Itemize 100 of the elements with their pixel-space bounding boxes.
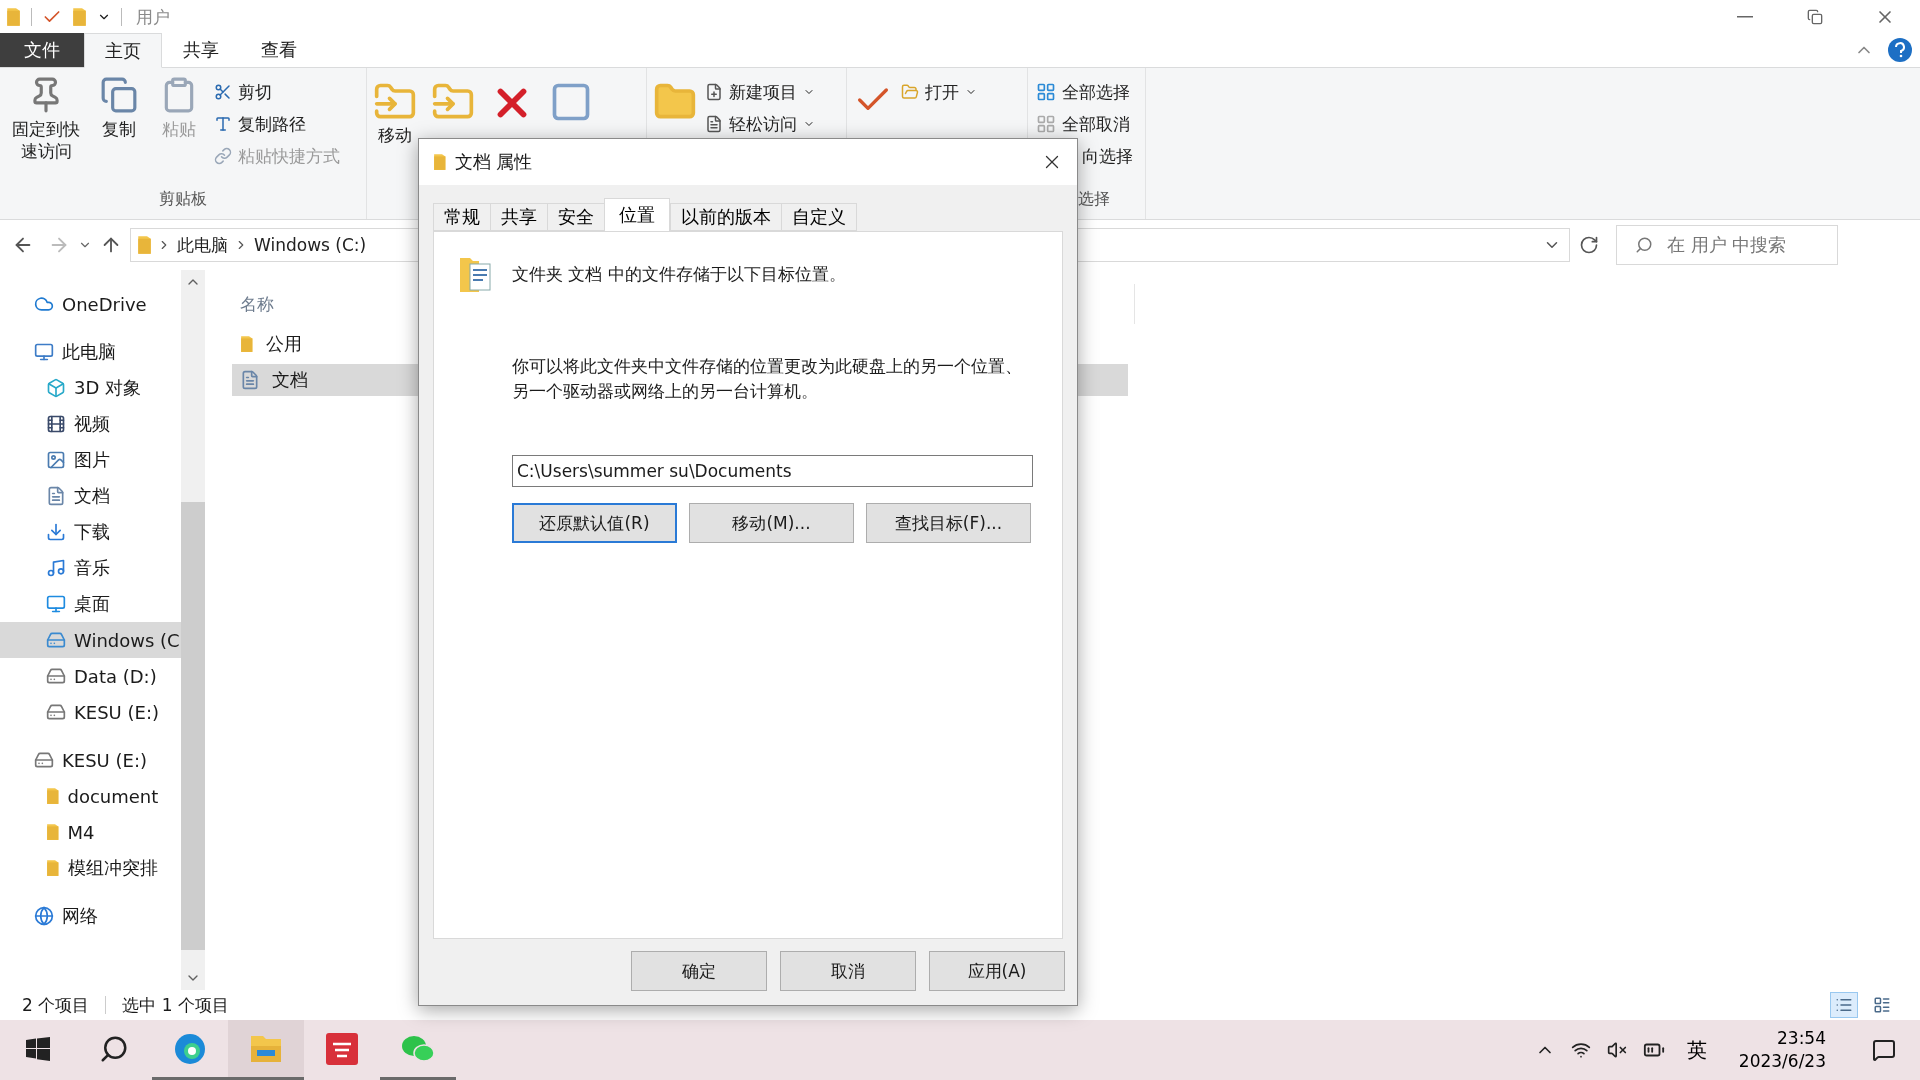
breadcrumb[interactable]: 此电脑 bbox=[176, 233, 229, 257]
group-label: 选择 bbox=[1077, 189, 1110, 210]
browser-icon bbox=[173, 1031, 207, 1066]
description: 你可以将此文件夹中文件存储的位置更改为此硬盘上的另一个位置、另一个驱动器或网络上的另一台计算机。 bbox=[512, 355, 1022, 403]
cloud-icon bbox=[34, 294, 54, 314]
nav-item[interactable]: 音乐 bbox=[0, 550, 181, 586]
dialog-tab[interactable]: 共享 bbox=[490, 203, 547, 231]
nav-item[interactable]: 文档 bbox=[0, 478, 181, 514]
input-language[interactable]: 英 bbox=[1680, 1036, 1713, 1064]
ribbon-button[interactable]: 复制路径 bbox=[212, 110, 342, 138]
nav-item[interactable]: M4 bbox=[0, 814, 181, 850]
grid-icon bbox=[1036, 82, 1056, 102]
folder-icon bbox=[46, 859, 60, 877]
ribbon-button[interactable]: 剪切 bbox=[212, 78, 342, 106]
folder-icon bbox=[72, 7, 87, 27]
muted-speaker-icon[interactable] bbox=[1606, 1040, 1627, 1060]
nav-item[interactable]: 3D 对象 bbox=[0, 370, 181, 406]
nav-item[interactable]: KESU (E:) bbox=[0, 694, 181, 730]
folder-icon bbox=[6, 7, 21, 27]
nav-item[interactable]: 网络 bbox=[0, 898, 181, 934]
restore-icon bbox=[1807, 9, 1823, 25]
desktop-icon bbox=[46, 594, 66, 614]
ribbon-tab[interactable]: 查看 bbox=[240, 33, 318, 67]
file-tab[interactable]: 文件 bbox=[0, 33, 84, 67]
film-icon bbox=[46, 414, 66, 434]
folder-icon bbox=[240, 335, 254, 353]
nav-item[interactable]: document bbox=[0, 778, 181, 814]
ribbon-button[interactable]: 新建项目 bbox=[703, 78, 817, 106]
dialog-tab[interactable]: 位置 bbox=[604, 198, 670, 232]
ribbon-button[interactable]: 固定到快速访问 bbox=[6, 76, 86, 189]
copy-icon bbox=[100, 76, 138, 114]
drive-icon bbox=[34, 750, 54, 770]
ribbon-button[interactable]: 复制 bbox=[92, 76, 146, 189]
details-view-button[interactable] bbox=[1830, 992, 1858, 1018]
scrollbar[interactable] bbox=[181, 270, 205, 990]
folder-icon bbox=[46, 787, 60, 805]
nav-item[interactable]: Windows (C bbox=[0, 622, 181, 658]
action-button[interactable]: 还原默认值(R) bbox=[512, 503, 677, 544]
taskbar-app[interactable] bbox=[228, 1020, 304, 1080]
nav-item[interactable]: 此电脑 bbox=[0, 334, 181, 370]
ribbon-tab[interactable]: 主页 bbox=[84, 33, 162, 68]
nav-item[interactable]: OneDrive bbox=[0, 286, 181, 322]
search-field[interactable]: 在 用户 中搜索 bbox=[1616, 225, 1838, 265]
ribbon-button[interactable]: 全部选择 bbox=[1034, 78, 1135, 106]
folder-icon bbox=[46, 823, 60, 841]
music-note-icon bbox=[46, 558, 66, 578]
scissors-icon bbox=[214, 83, 232, 101]
notification-icon[interactable] bbox=[1872, 1038, 1896, 1062]
breadcrumb[interactable]: Windows (C:) bbox=[253, 235, 368, 255]
item-count: 2 个项目 bbox=[22, 993, 90, 1017]
nav-item[interactable]: 桌面 bbox=[0, 586, 181, 622]
nav-item[interactable]: 模组冲突排 bbox=[0, 850, 181, 886]
dialog-button[interactable]: 应用(A) bbox=[929, 951, 1065, 991]
download-icon bbox=[46, 522, 66, 542]
dialog-tab[interactable]: 自定义 bbox=[781, 203, 857, 231]
cube-icon bbox=[46, 378, 66, 398]
group-label: 剪贴板 bbox=[159, 189, 207, 210]
dialog-tab[interactable]: 以前的版本 bbox=[670, 203, 781, 231]
nav-item[interactable]: KESU (E:) bbox=[0, 742, 181, 778]
ribbon-button[interactable]: 轻松访问 bbox=[703, 110, 817, 138]
open-folder-icon bbox=[901, 83, 919, 101]
folder-icon bbox=[433, 153, 447, 171]
nav-item[interactable]: 下载 bbox=[0, 514, 181, 550]
dialog-button[interactable]: 确定 bbox=[631, 951, 767, 991]
app-icon bbox=[325, 1031, 359, 1066]
minimize-icon bbox=[1737, 16, 1753, 18]
document-icon bbox=[240, 370, 260, 390]
window-title: 用户 bbox=[136, 5, 170, 29]
drive-icon bbox=[46, 702, 66, 722]
path-field[interactable]: C:\Users\summer su\Documents bbox=[512, 455, 1033, 488]
grid-icon bbox=[1036, 114, 1056, 134]
document-icon bbox=[46, 486, 66, 506]
ribbon-button[interactable]: 向选择 bbox=[1034, 142, 1135, 170]
nav-item[interactable]: 图片 bbox=[0, 442, 181, 478]
action-button[interactable]: 移动(M)... bbox=[689, 503, 854, 544]
nav-item[interactable]: Data (D:) bbox=[0, 658, 181, 694]
list-icon bbox=[1835, 996, 1853, 1014]
dialog-title: 文档 属性 bbox=[454, 150, 533, 174]
ribbon-button[interactable]: 全部取消 bbox=[1034, 110, 1135, 138]
ribbon-button[interactable]: 打开 bbox=[899, 78, 979, 106]
tiles-icon bbox=[1873, 996, 1891, 1014]
help-icon[interactable] bbox=[1888, 38, 1912, 62]
shortcut-icon bbox=[214, 147, 232, 165]
dialog-tab[interactable]: 安全 bbox=[547, 203, 604, 231]
dialog-button[interactable]: 取消 bbox=[780, 951, 916, 991]
network-icon bbox=[34, 906, 54, 926]
move-to-button[interactable]: 移动 bbox=[373, 80, 417, 147]
action-button[interactable]: 查找目标(F)... bbox=[866, 503, 1031, 544]
nav-item[interactable]: 视频 bbox=[0, 406, 181, 442]
folder-icon bbox=[249, 1033, 283, 1064]
wifi-icon[interactable] bbox=[1570, 1040, 1591, 1060]
ribbon-tab[interactable]: 共享 bbox=[162, 33, 240, 67]
question-mark-icon bbox=[1894, 42, 1906, 58]
clock[interactable]: 23:54 2023/6/23 bbox=[1728, 1030, 1856, 1070]
drive-icon bbox=[46, 666, 66, 686]
dialog-tab[interactable]: 常规 bbox=[433, 203, 490, 231]
new-item-icon bbox=[705, 83, 723, 101]
drive-icon bbox=[46, 630, 66, 650]
folder-icon bbox=[137, 235, 152, 255]
refresh-icon bbox=[1579, 235, 1599, 255]
